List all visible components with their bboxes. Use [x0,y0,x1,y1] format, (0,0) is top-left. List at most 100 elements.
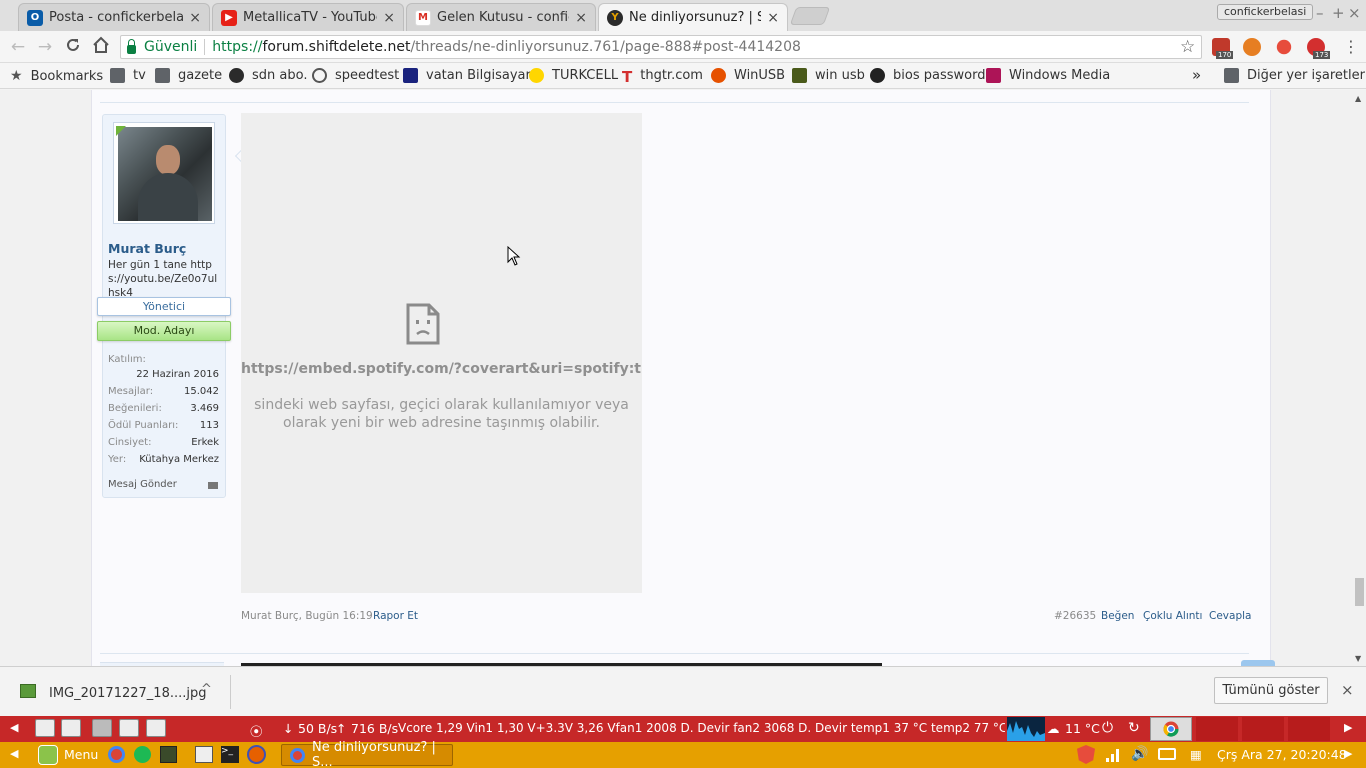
spotify-launcher-icon[interactable] [134,746,151,763]
envelope-icon[interactable] [208,482,218,489]
close-icon[interactable]: × [189,10,201,26]
show-all-button[interactable]: Tümünü göster [1214,677,1328,704]
calendar-icon[interactable]: ▦ [1190,747,1202,762]
bookmark-item[interactable]: Windows Media [986,68,1110,83]
close-icon[interactable]: × [575,10,587,26]
refresh-icon[interactable]: ↻ [1128,720,1140,736]
stat-row: Beğenileri: 3.469 [108,403,219,417]
calculator-icon[interactable] [146,719,166,737]
home-button[interactable] [91,36,111,59]
stat-value[interactable]: 113 [200,420,219,431]
scroll-down-arrow[interactable]: ▼ [1355,654,1361,663]
clock[interactable]: Çrş Ara 27, 20:20:48 [1217,747,1347,762]
bookmark-item[interactable]: Tthgtr.com [622,68,703,86]
multiquote-link[interactable]: Çoklu Alıntı [1143,610,1202,622]
menu-button[interactable]: Menu [64,747,98,762]
app-launcher-icon[interactable] [160,746,177,763]
reply-link[interactable]: Cevapla [1209,610,1251,622]
profile-button[interactable]: confickerbelasi [1217,4,1314,20]
bookmark-folder[interactable]: gazete [155,68,222,83]
address-bar[interactable]: Güvenli https://forum.shiftdelete.net/th… [120,35,1202,59]
power-icon[interactable]: ⏻ [1102,720,1113,736]
cpu-graph-plot [1007,721,1045,741]
bookmark-item[interactable]: TURKCELL [529,68,618,83]
tab-youtube[interactable]: ▶ MetallicaTV - YouTube - × [212,3,404,31]
battery-icon[interactable] [1158,748,1176,760]
bookmark-item[interactable]: bios password [870,68,985,83]
drive-icon[interactable] [35,719,55,737]
scroll-up-arrow[interactable]: ▲ [1355,94,1361,103]
firefox-launcher-icon[interactable] [247,745,266,764]
avatar[interactable] [118,127,212,221]
taskbar-slot[interactable] [1288,717,1330,741]
other-bookmarks-folder[interactable]: Diğer yer işaretleri [1224,68,1366,83]
speedtest-icon [312,68,327,83]
mouse-cursor-icon [507,246,521,266]
terminal-icon[interactable]: >_ [221,746,239,763]
stat-label: Mesajlar: [108,386,154,397]
volume-icon[interactable]: 🔊 [1131,746,1148,762]
mint-menu-icon[interactable] [38,745,58,765]
minimize-button[interactable]: – [1316,4,1324,22]
post-number[interactable]: #26635 [1054,610,1096,622]
new-tab-button[interactable] [789,7,831,25]
close-icon[interactable]: × [767,10,779,26]
panel-right-arrow-icon[interactable]: ▶ [1344,721,1352,734]
network-drive-icon[interactable] [92,719,112,737]
url-text[interactable]: https://forum.shiftdelete.net/threads/ne… [212,39,801,55]
screenshot-icon[interactable] [119,719,139,737]
forward-button[interactable]: → [35,37,55,57]
like-link[interactable]: Beğen [1101,610,1134,622]
extension-icon[interactable] [1243,38,1261,56]
username[interactable]: Murat Burç [108,241,186,256]
bookmark-item[interactable]: sdn abo. [229,68,307,83]
chrome-launcher-icon[interactable] [108,746,125,763]
chrome-menu-icon[interactable]: ⋮ [1343,37,1359,56]
tab-shiftdelete[interactable]: Y Ne dinliyorsunuz? | Say × [598,3,788,31]
bookmark-star-icon[interactable]: ☆ [1180,37,1195,57]
post-meta[interactable]: Murat Burç, Bugün 16:19 [241,610,373,622]
taskbar-window-title: Ne dinliyorsunuz? | S... [312,740,436,768]
download-filename[interactable]: IMG_20171227_18....jpg [49,686,206,701]
weather-temp: 11 °C [1065,721,1100,736]
embed-error-message: sindeki web sayfası, geçici olarak kulla… [254,397,629,431]
taskbar-slot[interactable] [1242,717,1284,741]
bookmark-item[interactable]: speedtest [312,68,399,83]
panel-right-arrow-icon[interactable]: ▶ [1344,747,1352,760]
taskbar-slot[interactable] [1196,717,1238,741]
bookmark-item[interactable]: WinUSB [711,68,785,83]
panel-left-arrow-icon[interactable]: ◀ [10,721,18,734]
security-indicator[interactable]: Güvenli [127,38,197,55]
close-icon[interactable]: × [1341,681,1354,699]
drive-icon[interactable] [61,719,81,737]
close-icon[interactable]: × [383,10,395,26]
panel-left-arrow-icon[interactable]: ◀ [10,747,18,760]
tab-posta[interactable]: O Posta - confickerbelasi@ × [18,3,210,31]
tab-gmail[interactable]: M Gelen Kutusu - conficke × [406,3,596,31]
show-desktop-icon[interactable] [195,746,213,763]
maximize-button[interactable]: + [1332,4,1345,22]
bookmark-item[interactable]: ★ Bookmarks [10,68,103,84]
back-button[interactable]: ← [8,37,28,57]
taskbar-window-button[interactable]: Ne dinliyorsunuz? | S... [281,740,453,768]
chrome-window-button[interactable] [1150,717,1192,741]
send-message-link[interactable]: Mesaj Gönder [108,479,177,490]
reload-button[interactable] [63,37,83,58]
bookmark-item[interactable]: win usb [792,68,865,83]
extension-icon[interactable] [1276,39,1292,55]
bookmark-folder[interactable]: tv [110,68,146,83]
bookmarks-overflow-button[interactable]: » [1192,66,1201,84]
tab-title: Gelen Kutusu - conficke [437,10,569,25]
chevron-up-icon[interactable]: ^ [201,682,212,697]
bookmark-item[interactable]: vatan Bilgisayar [403,68,531,83]
network-signal-icon[interactable] [1105,747,1121,766]
report-link[interactable]: Rapor Et [373,610,418,622]
scrollbar-thumb[interactable] [1355,578,1364,606]
stat-value[interactable]: 15.042 [184,386,219,397]
close-window-button[interactable]: × [1348,4,1361,22]
avatar-frame[interactable] [113,122,215,224]
extension-badge: 170 [1216,51,1234,59]
ask-icon [711,68,726,83]
image-file-icon[interactable] [20,684,36,698]
cpu-graph[interactable] [1007,717,1045,741]
